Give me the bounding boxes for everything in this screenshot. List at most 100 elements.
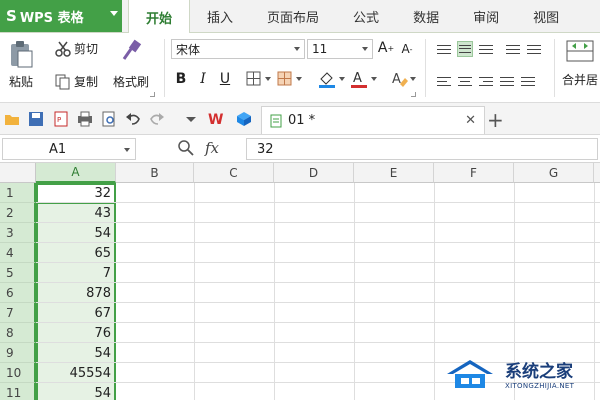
ribbon-separator xyxy=(164,39,165,97)
cell-a7[interactable]: 67 xyxy=(36,303,114,323)
grid-line xyxy=(194,183,195,400)
decrease-indent-icon[interactable] xyxy=(505,41,521,57)
title-bar: S WPS 表格 开始 插入 页面布局 公式 数据 审阅 视图 xyxy=(0,0,600,34)
tab-home[interactable]: 开始 xyxy=(128,0,191,34)
print-icon[interactable] xyxy=(77,111,93,127)
column-header-b[interactable]: B xyxy=(116,163,194,183)
chevron-down-icon xyxy=(124,148,130,152)
clipboard-dialog-launcher[interactable] xyxy=(150,92,155,97)
column-header-a[interactable]: A xyxy=(36,163,116,183)
grid-line xyxy=(36,262,600,263)
save-icon[interactable] xyxy=(28,111,44,127)
close-tab-icon[interactable]: ✕ xyxy=(465,113,476,128)
tab-page-layout[interactable]: 页面布局 xyxy=(250,0,336,33)
wps-office-icon[interactable]: W xyxy=(208,111,224,127)
formula-input[interactable]: 32 xyxy=(246,138,598,160)
italic-button[interactable]: I xyxy=(194,70,212,88)
row-header[interactable]: 6 xyxy=(0,283,36,303)
tab-view[interactable]: 视图 xyxy=(516,0,576,33)
paste-button[interactable]: 粘贴 xyxy=(8,39,34,90)
cell-reference: A1 xyxy=(49,141,67,157)
row-header[interactable]: 8 xyxy=(0,323,36,343)
align-bottom-icon[interactable] xyxy=(478,41,494,57)
merge-label: 合并居 xyxy=(562,73,599,87)
distributed-align-icon[interactable] xyxy=(520,73,536,89)
cell-a2[interactable]: 43 xyxy=(36,203,114,223)
font-color-icon[interactable]: A xyxy=(350,70,380,88)
borders-icon[interactable] xyxy=(246,71,274,87)
chevron-down-icon xyxy=(294,47,300,51)
cell-style-icon[interactable] xyxy=(277,71,307,87)
increase-indent-icon[interactable] xyxy=(526,41,542,57)
grid-line xyxy=(434,183,435,400)
font-size-select[interactable]: 11 xyxy=(307,39,373,59)
column-header-g[interactable]: G xyxy=(514,163,594,183)
copy-label: 复制 xyxy=(74,75,99,89)
clear-format-icon[interactable]: A xyxy=(391,70,417,88)
print-preview-icon[interactable] xyxy=(101,111,117,127)
insert-function-button[interactable]: fx xyxy=(205,139,219,157)
cut-label: 剪切 xyxy=(74,42,99,56)
row-header[interactable]: 1 xyxy=(0,183,36,203)
align-center-icon[interactable] xyxy=(457,73,473,89)
align-middle-icon[interactable] xyxy=(457,41,473,57)
tab-data[interactable]: 数据 xyxy=(396,0,456,33)
cell-a3[interactable]: 54 xyxy=(36,223,114,243)
app-menu-button[interactable]: S WPS 表格 xyxy=(0,0,122,32)
copy-button[interactable]: 复制 xyxy=(55,73,98,90)
tab-formulas[interactable]: 公式 xyxy=(336,0,396,33)
align-left-icon[interactable] xyxy=(436,73,452,89)
font-dialog-launcher[interactable] xyxy=(411,92,416,97)
cell-a11[interactable]: 54 xyxy=(36,383,114,400)
row-header[interactable]: 7 xyxy=(0,303,36,323)
cell-a6[interactable]: 878 xyxy=(36,283,114,303)
justify-icon[interactable] xyxy=(499,73,515,89)
align-right-icon[interactable] xyxy=(478,73,494,89)
zoom-search-icon[interactable] xyxy=(178,140,194,156)
customize-toolbar-icon[interactable] xyxy=(183,111,199,127)
cell-a10[interactable]: 45554 xyxy=(36,363,114,383)
increase-font-icon[interactable]: A + xyxy=(377,39,395,57)
cell-a4[interactable]: 65 xyxy=(36,243,114,263)
row-header[interactable]: 11 xyxy=(0,383,36,400)
cell-a8[interactable]: 76 xyxy=(36,323,114,343)
decrease-font-icon[interactable]: A- xyxy=(398,40,416,58)
column-header-d[interactable]: D xyxy=(274,163,354,183)
watermark-title: 系统之家 xyxy=(505,361,573,382)
align-top-icon[interactable] xyxy=(436,41,452,57)
row-header[interactable]: 3 xyxy=(0,223,36,243)
cell-a5[interactable]: 7 xyxy=(36,263,114,283)
row-header[interactable]: 4 xyxy=(0,243,36,263)
column-header-e[interactable]: E xyxy=(354,163,434,183)
export-pdf-icon[interactable]: P xyxy=(53,111,69,127)
open-folder-icon[interactable] xyxy=(4,111,20,127)
tab-review[interactable]: 审阅 xyxy=(456,0,516,33)
grid-line xyxy=(274,183,275,400)
underline-button[interactable]: U xyxy=(216,70,234,88)
cell-a9[interactable]: 54 xyxy=(36,343,114,363)
column-header-h[interactable] xyxy=(594,163,600,183)
row-header[interactable]: 9 xyxy=(0,343,36,363)
bold-button[interactable]: B xyxy=(172,70,190,88)
format-painter-button[interactable]: 格式刷 xyxy=(113,39,149,90)
row-header[interactable]: 2 xyxy=(0,203,36,223)
merge-center-button[interactable]: 合并居 xyxy=(562,39,598,88)
font-name-select[interactable]: 宋体 xyxy=(171,39,305,59)
redo-icon[interactable] xyxy=(149,111,165,127)
fill-color-icon[interactable] xyxy=(318,70,348,88)
cell-a1[interactable]: 32 xyxy=(36,183,114,203)
name-box[interactable]: A1 xyxy=(2,138,136,160)
cut-button[interactable]: 剪切 xyxy=(55,40,98,57)
undo-icon[interactable] xyxy=(125,111,141,127)
column-header-f[interactable]: F xyxy=(434,163,514,183)
column-header-c[interactable]: C xyxy=(194,163,274,183)
tab-insert[interactable]: 插入 xyxy=(190,0,250,33)
cube-app-icon[interactable] xyxy=(236,111,252,127)
row-header[interactable]: 10 xyxy=(0,363,36,383)
select-all-corner[interactable] xyxy=(0,163,36,183)
grid-line xyxy=(36,322,600,323)
grid-line xyxy=(36,202,600,203)
row-header[interactable]: 5 xyxy=(0,263,36,283)
document-tab[interactable]: 01 * ✕ xyxy=(261,106,485,134)
new-tab-icon[interactable]: + xyxy=(487,108,504,132)
